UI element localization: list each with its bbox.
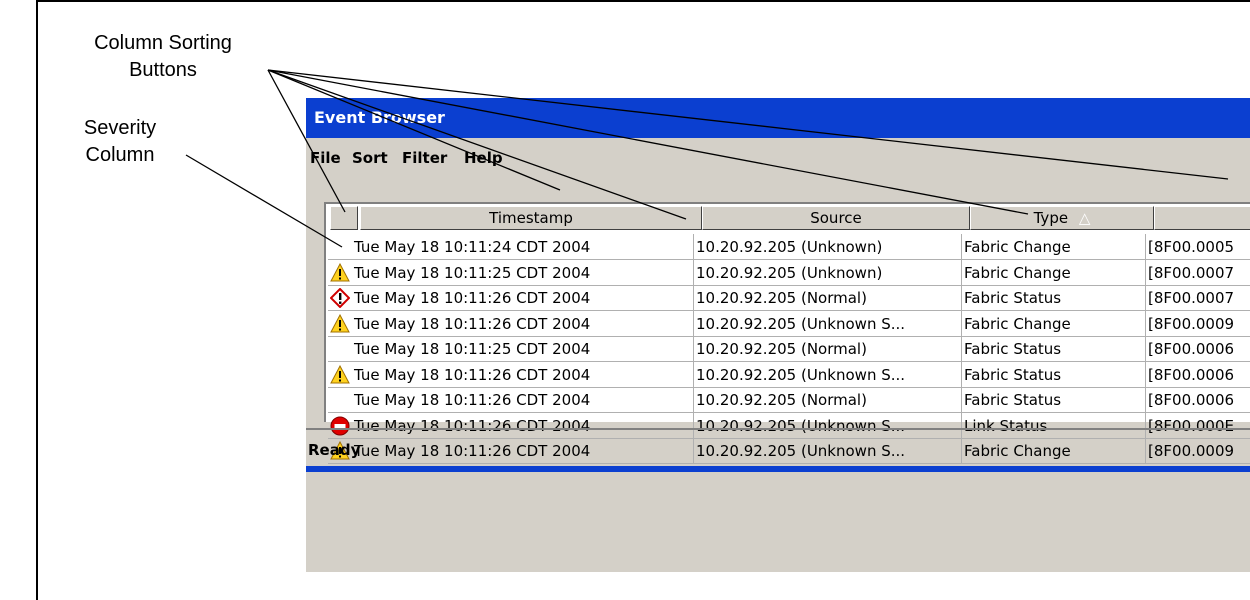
- cell-source: 10.20.92.205 (Normal): [694, 336, 962, 362]
- menu-bar: File Sort Filter Help: [306, 138, 1250, 178]
- cell-source: 10.20.92.205 (Unknown S...: [694, 310, 962, 337]
- cell-source: 10.20.92.205 (Unknown): [694, 234, 962, 260]
- column-header-id[interactable]: [1154, 206, 1250, 230]
- callout-severity-line2: Column: [85, 144, 155, 166]
- callout-sort-line1: Column Sorting: [94, 32, 232, 54]
- cell-source: 10.20.92.205 (Normal): [694, 387, 962, 413]
- cell-type: Fabric Change: [962, 259, 1146, 286]
- cell-event-id: [8F00.0006: [1146, 387, 1250, 413]
- column-header-type[interactable]: Type △: [970, 206, 1154, 230]
- callout-severity-line1: Severity: [83, 117, 157, 139]
- cell-event-id: [8F00.0007: [1146, 260, 1250, 286]
- menu-filter[interactable]: Filter: [402, 138, 447, 178]
- cell-type: Fabric Status: [962, 285, 1146, 311]
- cell-event-id: [8F00.0005: [1146, 234, 1250, 260]
- column-header-source[interactable]: Source: [702, 206, 970, 230]
- cell-event-id: [8F00.0006: [1146, 362, 1250, 388]
- cell-timestamp: Tue May 18 10:11:26 CDT 2004: [352, 361, 694, 388]
- event-browser-window: Event Browser File Sort Filter Help Time…: [306, 98, 1250, 572]
- cell-event-id: [8F00.0009: [1146, 311, 1250, 337]
- table-row[interactable]: Tue May 18 10:11:26 CDT 2004 10.20.92.205…: [328, 387, 1250, 413]
- cell-source: 10.20.92.205 (Unknown S...: [694, 361, 962, 388]
- window-bottom-edge: [306, 466, 1250, 472]
- status-text: Ready: [308, 441, 361, 459]
- cell-source: 10.20.92.205 (Unknown): [694, 259, 962, 286]
- severity-cell: [330, 336, 350, 362]
- cell-event-id: [8F00.0006: [1146, 336, 1250, 362]
- table-row[interactable]: Tue May 18 10:11:25 CDT 2004 10.20.92.205…: [328, 259, 1250, 286]
- cell-timestamp: Tue May 18 10:11:26 CDT 2004: [352, 285, 694, 311]
- table-row[interactable]: Tue May 18 10:11:26 CDT 2004 10.20.92.205…: [328, 361, 1250, 388]
- callout-column-sorting-buttons: Column Sorting Buttons: [58, 30, 268, 84]
- cell-type: Fabric Status: [962, 336, 1146, 362]
- window-title: Event Browser: [314, 108, 445, 127]
- warning-icon: [330, 311, 350, 337]
- cell-timestamp: Tue May 18 10:11:26 CDT 2004: [352, 387, 694, 413]
- cell-type: Fabric Status: [962, 361, 1146, 388]
- callout-severity-column: Severity Column: [55, 115, 185, 169]
- menu-file[interactable]: File: [310, 138, 341, 178]
- table-row[interactable]: Tue May 18 10:11:26 CDT 2004 10.20.92.205…: [328, 285, 1250, 311]
- cell-timestamp: Tue May 18 10:11:26 CDT 2004: [352, 310, 694, 337]
- severity-cell: [330, 387, 350, 413]
- cell-timestamp: Tue May 18 10:11:25 CDT 2004: [352, 336, 694, 362]
- cell-type: Fabric Status: [962, 387, 1146, 413]
- window-title-bar[interactable]: Event Browser: [306, 98, 1250, 138]
- menu-sort[interactable]: Sort: [352, 138, 388, 178]
- cell-type: Fabric Change: [962, 234, 1146, 260]
- warning-icon: [330, 362, 350, 388]
- menu-help[interactable]: Help: [464, 138, 503, 178]
- error-icon: [329, 285, 351, 311]
- column-header-timestamp[interactable]: Timestamp: [360, 206, 702, 230]
- cell-event-id: [8F00.0007: [1146, 285, 1250, 311]
- table-row[interactable]: Tue May 18 10:11:25 CDT 2004 10.20.92.205…: [328, 336, 1250, 362]
- table-row[interactable]: Tue May 18 10:11:24 CDT 2004 10.20.92.205…: [328, 234, 1250, 260]
- severity-cell: [330, 234, 350, 260]
- cell-source: 10.20.92.205 (Normal): [694, 285, 962, 311]
- warning-icon: [330, 260, 350, 286]
- cell-type: Fabric Change: [962, 310, 1146, 337]
- table-row[interactable]: Tue May 18 10:11:26 CDT 2004 10.20.92.205…: [328, 310, 1250, 337]
- column-header-severity[interactable]: [330, 206, 358, 230]
- cell-timestamp: Tue May 18 10:11:24 CDT 2004: [352, 234, 694, 260]
- callout-sort-line2: Buttons: [129, 59, 197, 81]
- sort-ascending-icon: △: [1078, 209, 1091, 227]
- column-header-type-label: Type: [1033, 209, 1069, 227]
- status-bar: Ready: [306, 428, 1250, 468]
- cell-timestamp: Tue May 18 10:11:25 CDT 2004: [352, 259, 694, 286]
